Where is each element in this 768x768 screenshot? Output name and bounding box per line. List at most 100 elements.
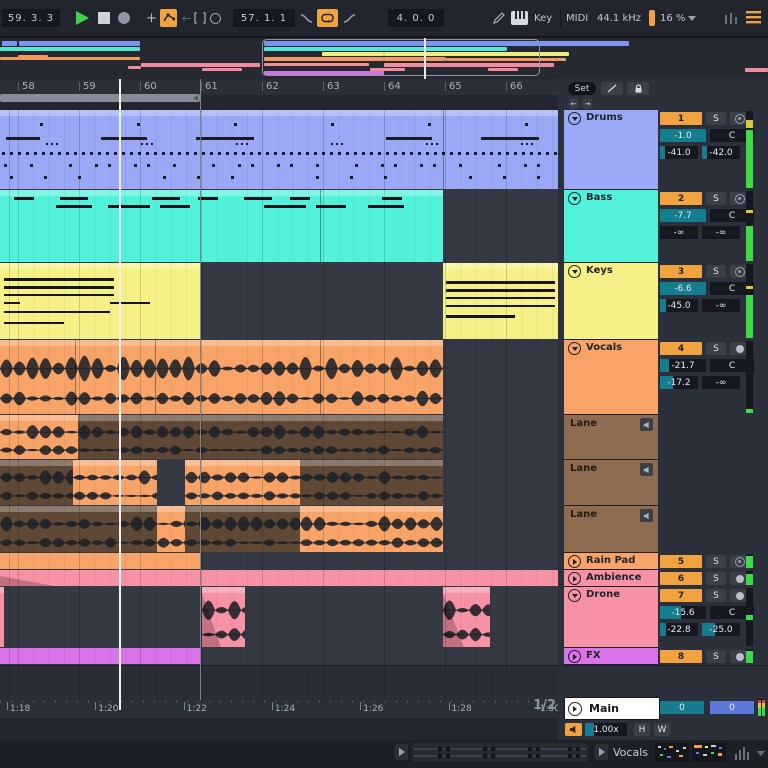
clip[interactable] [78, 415, 443, 459]
track-name-block[interactable]: Vocals [564, 340, 658, 415]
clip-view-toggle-button[interactable] [395, 744, 408, 760]
value-field[interactable]: -1.0 [660, 129, 706, 142]
output-meter-icon[interactable] [734, 746, 752, 760]
menu-hamburger-icon[interactable] [746, 11, 761, 24]
punch-out-icon[interactable] [343, 13, 356, 24]
main-volume-field[interactable]: 0 [660, 701, 704, 714]
value-field[interactable]: -6.6 [660, 282, 706, 295]
solo-button[interactable]: S [706, 112, 726, 125]
overview-scroll-handle[interactable] [0, 94, 200, 102]
lane-audition-button[interactable] [640, 463, 653, 476]
cpu-caret-icon[interactable] [688, 16, 696, 21]
play-button[interactable] [76, 11, 89, 25]
clip[interactable] [0, 110, 558, 189]
track-name-block[interactable]: Drums [564, 110, 658, 190]
loop-selection-icon[interactable] [194, 12, 206, 24]
playback-speed-field[interactable]: 1.00x [585, 723, 627, 736]
solo-button[interactable]: S [706, 572, 726, 585]
clip[interactable] [0, 587, 4, 647]
track-number-button[interactable]: 4 [660, 342, 702, 355]
collapse-down-icon[interactable] [568, 589, 581, 602]
main-track-header[interactable]: Main [564, 697, 660, 720]
lane-header[interactable]: Lane [564, 415, 658, 460]
arrangement-overview[interactable] [0, 38, 768, 79]
clip[interactable] [73, 460, 157, 505]
clip[interactable] [0, 460, 73, 505]
clip[interactable] [0, 553, 200, 569]
stop-button[interactable] [98, 12, 110, 24]
clip[interactable] [202, 587, 245, 647]
arrangement-area[interactable] [0, 110, 558, 700]
track-name-block[interactable]: Keys [564, 263, 658, 340]
solo-button[interactable]: S [706, 650, 726, 663]
value-field[interactable]: -7.7 [660, 209, 706, 222]
insert-marker-line[interactable] [200, 110, 201, 700]
track-name-block[interactable]: Ambience [564, 570, 658, 587]
collapse-right-icon[interactable] [568, 555, 581, 568]
collapse-down-icon[interactable] [568, 192, 581, 205]
solo-button[interactable]: S [706, 342, 726, 355]
value-field[interactable]: -∞ [702, 376, 740, 389]
value-field[interactable]: -17.2 [660, 376, 698, 389]
value-field[interactable]: -42.0 [702, 146, 740, 159]
record-button[interactable] [118, 12, 130, 24]
track-number-button[interactable]: 7 [660, 589, 702, 602]
automation-lane-preview[interactable] [412, 743, 588, 762]
collapse-down-icon[interactable] [568, 112, 581, 125]
device-thumbnail-1[interactable] [655, 743, 689, 762]
value-field[interactable]: -∞ [702, 226, 740, 239]
midi-map-button[interactable]: MIDI [566, 9, 588, 27]
clip[interactable] [0, 570, 558, 586]
clip[interactable] [300, 506, 443, 552]
solo-button[interactable]: S [706, 555, 726, 568]
track-number-button[interactable]: 3 [660, 265, 702, 278]
clip[interactable] [0, 648, 200, 664]
overview-viewport-box[interactable] [262, 39, 540, 76]
minutes-time-ruler[interactable]: 1:181:201:221:241:261:281:30 [0, 700, 558, 718]
track-name-block[interactable]: Bass [564, 190, 658, 263]
loop-length-display[interactable]: 4. 0. 0 [388, 9, 444, 27]
track-number-button[interactable]: 6 [660, 572, 702, 585]
clip[interactable] [443, 587, 490, 647]
track-name-block[interactable]: Drone [564, 587, 658, 648]
computer-midi-keyboard-icon[interactable] [511, 11, 528, 25]
collapse-down-icon[interactable] [568, 342, 581, 355]
value-field[interactable]: -∞ [660, 226, 698, 239]
value-field[interactable]: -41.0 [660, 146, 698, 159]
clip[interactable] [157, 506, 185, 552]
clip[interactable] [300, 460, 443, 505]
track-number-button[interactable]: 1 [660, 112, 702, 125]
clip[interactable] [0, 415, 78, 459]
solo-button[interactable]: S [706, 265, 726, 278]
optimize-width-button[interactable]: W [654, 723, 670, 736]
clip[interactable] [0, 506, 157, 552]
clip[interactable] [443, 263, 558, 339]
clip[interactable] [185, 506, 300, 552]
value-field[interactable]: -21.7 [660, 359, 706, 372]
value-field[interactable]: -45.0 [660, 299, 698, 312]
arrangement-position-display[interactable]: 59. 3. 3 [2, 9, 60, 27]
track-number-button[interactable]: 2 [660, 192, 702, 205]
value-field[interactable]: -∞ [702, 299, 740, 312]
track-number-button[interactable]: 8 [660, 650, 702, 663]
device-thumbnail-2[interactable] [692, 743, 726, 762]
lane-audition-button[interactable] [640, 509, 653, 522]
main-pan-field[interactable]: 0 [710, 701, 754, 714]
value-field[interactable]: -22.8 [660, 623, 698, 636]
clip[interactable] [0, 263, 200, 339]
value-field[interactable]: -25.0 [702, 623, 740, 636]
clip[interactable] [0, 340, 443, 414]
beat-time-ruler[interactable]: 585960616263646566 [0, 79, 558, 95]
automation-mode-button[interactable] [160, 9, 177, 27]
device-view-toggle-button[interactable] [595, 744, 608, 760]
main-collapse-icon[interactable] [568, 702, 582, 716]
track-name-block[interactable]: FX [564, 648, 658, 665]
collapse-right-icon[interactable] [568, 650, 581, 663]
follow-button[interactable] [210, 13, 221, 24]
track-name-block[interactable]: Rain Pad [564, 553, 658, 570]
audition-button[interactable] [565, 723, 582, 736]
playhead-line[interactable] [119, 110, 121, 700]
clip[interactable] [0, 190, 443, 262]
clip[interactable] [185, 460, 300, 505]
track-number-button[interactable]: 5 [660, 555, 702, 568]
